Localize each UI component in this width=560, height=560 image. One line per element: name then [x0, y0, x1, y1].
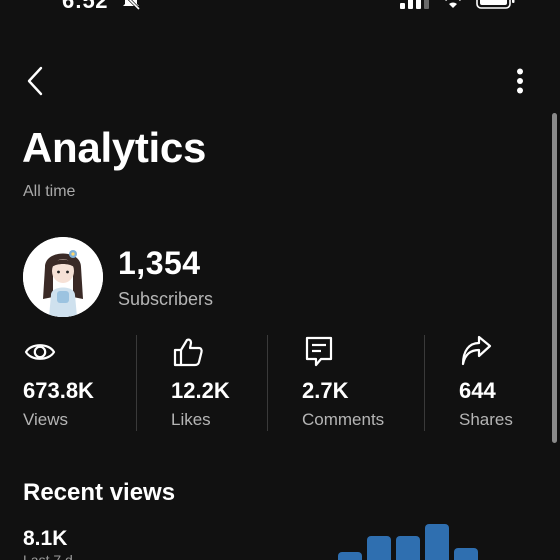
- back-button[interactable]: [22, 64, 48, 98]
- recent-views-chart[interactable]: [330, 510, 520, 560]
- stat-divider: [424, 335, 425, 431]
- wifi-icon: [445, 0, 461, 8]
- more-options-button[interactable]: [506, 66, 534, 96]
- status-time: 6:52: [62, 0, 109, 13]
- recent-views-title: Recent views: [23, 479, 176, 506]
- chart-bar: [338, 552, 362, 560]
- stat-value: 644: [459, 378, 496, 403]
- stat-comments[interactable]: 2.7K Comments: [302, 335, 417, 435]
- subscribers-label: Subscribers: [118, 289, 214, 309]
- period-label: All time: [23, 183, 76, 200]
- eye-icon: [24, 344, 56, 360]
- stat-divider: [267, 335, 268, 431]
- page-title: Analytics: [22, 124, 207, 171]
- stat-label: Likes: [171, 410, 211, 429]
- chart-bar: [425, 524, 449, 560]
- stat-shares[interactable]: 644 Shares: [459, 335, 544, 435]
- avatar-illustration: [23, 237, 103, 317]
- stat-value: 2.7K: [302, 378, 349, 403]
- scrollbar-thumb[interactable]: [552, 113, 557, 443]
- recent-views-period: Last 7 d: [23, 552, 73, 560]
- stat-label: Shares: [459, 410, 513, 429]
- thumbs-up-icon: [173, 338, 203, 367]
- bell-muted-icon: [123, 0, 141, 11]
- stat-views[interactable]: 673.8K Views: [23, 335, 133, 435]
- subscribers-count: 1,354: [118, 245, 201, 281]
- share-icon: [461, 335, 492, 366]
- battery-icon: [476, 0, 515, 9]
- stat-divider: [136, 335, 137, 431]
- stat-value: 673.8K: [23, 378, 94, 403]
- chart-bar: [454, 548, 478, 560]
- chart-bar: [396, 536, 420, 560]
- comment-icon: [305, 336, 333, 367]
- stat-label: Views: [23, 410, 69, 429]
- avatar[interactable]: [23, 237, 103, 317]
- cellular-signal-icon: [400, 0, 429, 9]
- chevron-left-icon: [27, 66, 43, 96]
- chart-bar: [367, 536, 391, 560]
- more-vertical-icon: [517, 68, 523, 94]
- stat-value: 12.2K: [171, 378, 230, 403]
- stat-likes[interactable]: 12.2K Likes: [171, 335, 261, 435]
- stat-label: Comments: [302, 410, 385, 429]
- recent-views-value: 8.1K: [23, 527, 68, 550]
- status-bar: 6:52: [0, 0, 560, 18]
